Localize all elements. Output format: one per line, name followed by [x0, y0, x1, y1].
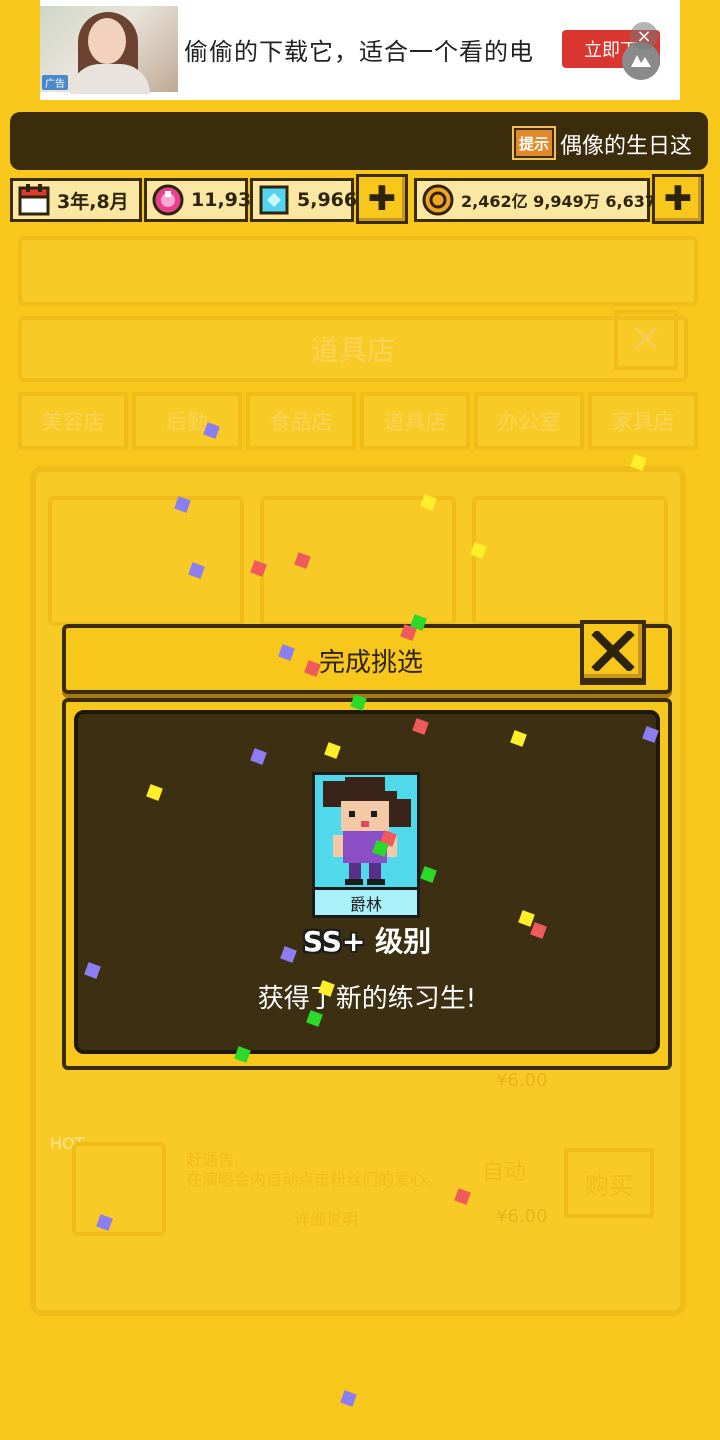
- shop-tabs: 美容店 后勤 食品店 道具店 办公室 家具店: [18, 392, 698, 450]
- hot-badge: HOT: [50, 1134, 85, 1153]
- tip-bar: 提示 偶像的生日这: [10, 112, 708, 170]
- diamond-value: 5,966: [297, 189, 358, 211]
- ad-image[interactable]: 广告: [40, 6, 178, 94]
- add-money-button[interactable]: ✚: [652, 174, 704, 224]
- add-gems-button[interactable]: ✚: [356, 174, 408, 224]
- close-icon: [591, 631, 635, 671]
- ad-tag: 广告: [42, 75, 68, 90]
- confetti-piece: [420, 494, 437, 511]
- confetti-piece: [203, 422, 220, 439]
- shop-buy-button[interactable]: 购买: [564, 1148, 654, 1218]
- ad-image-face: [88, 18, 126, 64]
- confetti-piece: [340, 1390, 357, 1407]
- confetti-piece: [174, 496, 191, 513]
- confetti-piece: [470, 542, 487, 559]
- shop-item-desc: 赶通告,: [186, 1150, 240, 1169]
- shop-item-icon: [72, 1142, 166, 1236]
- trainee-sprite-icon: [323, 777, 411, 885]
- pink-gem-counter: 11,933: [144, 178, 264, 222]
- ad-text[interactable]: 偷偷的下载它，适合一个看的电: [184, 32, 534, 67]
- new-trainee-message: 获得了新的练习生!: [257, 984, 477, 1014]
- confetti-piece: [250, 560, 267, 577]
- tab-beauty[interactable]: 美容店: [18, 392, 128, 450]
- modal-close-button[interactable]: [580, 620, 646, 682]
- coin-icon: [421, 183, 455, 217]
- pink-gem-icon: [151, 183, 185, 217]
- confetti-piece: [454, 1188, 471, 1205]
- grade-badge: SS+: [302, 925, 366, 958]
- shop-item-detail[interactable]: 详细说明: [294, 1206, 358, 1230]
- ghost-price-upper: ¥6.00: [496, 1070, 548, 1091]
- ad-close-button[interactable]: ×: [630, 22, 658, 50]
- confetti-piece: [294, 552, 311, 569]
- confetti-piece: [630, 454, 647, 471]
- tab-logistics[interactable]: 后勤: [132, 392, 242, 450]
- trainee-card[interactable]: 爵林: [312, 772, 420, 918]
- tab-items[interactable]: 道具店: [360, 392, 470, 450]
- trainee-grade: SS+ 级别: [62, 920, 672, 960]
- tab-food[interactable]: 食品店: [246, 392, 356, 450]
- money-value: 2,462亿 9,949万 6,637元: [461, 192, 672, 211]
- trainee-name: 爵林: [315, 887, 417, 915]
- resource-bar: 3年,8月 11,933 5,966 ✚ 2,462亿 9,949万 6,637…: [10, 174, 710, 226]
- grade-label: 级别: [375, 925, 432, 958]
- shop-slot-2[interactable]: [260, 496, 456, 626]
- money-counter: 2,462亿 9,949万 6,637元: [414, 178, 672, 222]
- diamond-icon: [257, 183, 291, 217]
- shop-item-desc2: 在演唱会内自动点击粉丝们的爱心。: [186, 1170, 443, 1189]
- date-display: 3年,8月: [10, 178, 142, 222]
- confetti-piece: [96, 1214, 113, 1231]
- tip-text: 偶像的生日这: [560, 134, 693, 159]
- tip-badge: 提示: [512, 126, 556, 160]
- shop-close-button[interactable]: ✕: [614, 310, 678, 370]
- calendar-icon: [17, 183, 51, 217]
- shop-toolbar: [18, 236, 698, 306]
- diamond-counter: 5,966: [250, 178, 358, 222]
- shop-slot-1[interactable]: [48, 496, 244, 626]
- date-value: 3年,8月: [57, 190, 129, 213]
- shop-title: 道具店: [18, 316, 688, 382]
- ad-image-body: [70, 64, 150, 94]
- tab-furniture[interactable]: 家具店: [588, 392, 698, 450]
- shop-item-auto: 自动: [482, 1160, 527, 1185]
- tab-office[interactable]: 办公室: [474, 392, 584, 450]
- selection-complete-modal: 完成挑选 爵林 SS+ 级别 获得了新的练习生!: [62, 620, 672, 1070]
- shop-item-price: ¥6.00: [496, 1206, 548, 1227]
- ad-banner[interactable]: 广告 偷偷的下载它，适合一个看的电 立即下 ×: [40, 0, 680, 100]
- shop-slot-3[interactable]: [472, 496, 668, 626]
- confetti-piece: [188, 562, 205, 579]
